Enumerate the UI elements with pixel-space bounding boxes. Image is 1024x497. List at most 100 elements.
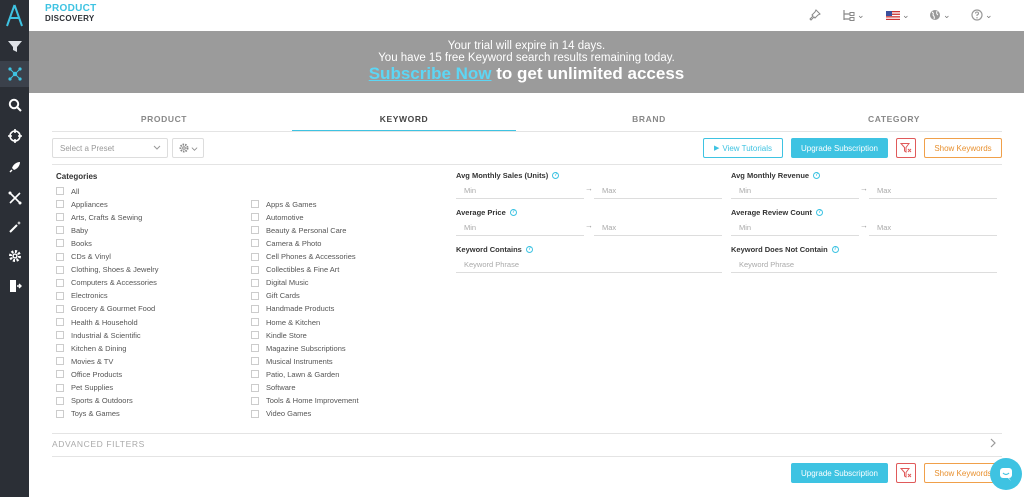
category-item[interactable]: Clothing, Shoes & Jewelry <box>56 265 159 275</box>
advanced-filters-toggle[interactable]: ADVANCED FILTERS <box>52 439 145 449</box>
help-icon[interactable]: ? <box>525 246 533 253</box>
checkbox[interactable] <box>56 213 64 222</box>
sidebar-item-target[interactable] <box>0 123 29 149</box>
upgrade-subscription-button[interactable]: Upgrade Subscription <box>791 138 888 158</box>
avg-price-max-input[interactable]: Max <box>594 218 722 236</box>
tab-keyword[interactable]: KEYWORD <box>292 114 516 131</box>
checkbox[interactable] <box>56 344 64 353</box>
checkbox[interactable] <box>251 409 259 418</box>
view-tutorials-button[interactable]: ▶ View Tutorials <box>703 138 783 158</box>
hierarchy-menu-button[interactable]: ⌄ <box>842 7 865 23</box>
country-select[interactable]: ⌄ <box>886 7 910 23</box>
keyword-contains-input[interactable]: Keyword Phrase <box>456 255 722 273</box>
checkbox[interactable] <box>56 239 64 248</box>
checkbox[interactable] <box>56 226 64 235</box>
upgrade-subscription-button-bottom[interactable]: Upgrade Subscription <box>791 463 888 483</box>
sidebar-item-logout[interactable] <box>0 273 29 299</box>
category-item[interactable]: Home & Kitchen <box>251 317 320 327</box>
checkbox[interactable] <box>56 291 64 300</box>
category-item[interactable]: Automotive <box>251 212 304 222</box>
category-item[interactable]: Sports & Outdoors <box>56 396 133 406</box>
checkbox[interactable] <box>251 278 259 287</box>
category-item[interactable]: Pet Supplies <box>56 383 113 393</box>
tab-category[interactable]: CATEGORY <box>782 114 1006 131</box>
checkbox[interactable] <box>56 187 64 195</box>
checkbox[interactable] <box>251 291 259 300</box>
category-item[interactable]: CDs & Vinyl <box>56 252 111 262</box>
sidebar-item-search[interactable] <box>0 92 29 118</box>
checkbox[interactable] <box>251 226 259 235</box>
sidebar-item-filter[interactable] <box>0 33 29 59</box>
checkbox[interactable] <box>56 200 64 209</box>
checkbox[interactable] <box>251 239 259 248</box>
avg-price-min-input[interactable]: Min <box>456 218 584 236</box>
chat-button[interactable] <box>990 458 1022 490</box>
checkbox[interactable] <box>56 304 64 313</box>
category-item[interactable]: Video Games <box>251 409 311 419</box>
checkbox[interactable] <box>251 331 259 340</box>
category-item[interactable]: Baby <box>56 225 88 235</box>
logo-icon[interactable] <box>5 4 24 28</box>
category-item[interactable]: Computers & Accessories <box>56 278 157 288</box>
checkbox[interactable] <box>251 252 259 261</box>
checkbox[interactable] <box>251 318 259 326</box>
category-item[interactable]: Health & Household <box>56 317 138 327</box>
checkbox[interactable] <box>56 409 64 418</box>
help-icon[interactable]: ? <box>552 172 560 179</box>
category-item[interactable]: Toys & Games <box>56 409 120 419</box>
checkbox[interactable] <box>251 357 259 366</box>
checkbox[interactable] <box>56 318 64 326</box>
sidebar-item-magic[interactable] <box>0 214 29 240</box>
avg-revenue-min-input[interactable]: Min <box>731 181 859 199</box>
category-item[interactable]: Industrial & Scientific <box>56 330 141 340</box>
brand-title[interactable]: PRODUCT DISCOVERY <box>45 4 97 24</box>
category-item[interactable]: Appliances <box>56 199 108 209</box>
category-item[interactable]: Kindle Store <box>251 330 307 340</box>
sidebar-item-launch[interactable] <box>0 154 29 180</box>
sidebar-item-network[interactable] <box>0 61 29 87</box>
preset-settings-button[interactable] <box>172 138 204 158</box>
help-menu-button[interactable]: ⌄ <box>971 7 993 23</box>
checkbox[interactable] <box>56 252 64 261</box>
category-item[interactable]: Kitchen & Dining <box>56 343 126 353</box>
tab-brand[interactable]: BRAND <box>537 114 761 131</box>
category-item[interactable]: Grocery & Gourmet Food <box>56 304 155 314</box>
tab-product[interactable]: PRODUCT <box>52 114 276 131</box>
checkbox[interactable] <box>251 304 259 313</box>
avg-reviews-min-input[interactable]: Min <box>731 218 859 236</box>
clear-filters-button[interactable] <box>896 138 916 158</box>
sidebar-item-settings[interactable] <box>0 243 29 269</box>
checkbox[interactable] <box>56 278 64 287</box>
category-item-all[interactable]: All <box>56 186 79 196</box>
category-item[interactable]: Beauty & Personal Care <box>251 225 346 235</box>
checkbox[interactable] <box>251 396 259 405</box>
category-item[interactable]: Camera & Photo <box>251 238 321 248</box>
category-item[interactable]: Musical Instruments <box>251 356 333 366</box>
avg-sales-max-input[interactable]: Max <box>594 181 722 199</box>
avg-sales-min-input[interactable]: Min <box>456 181 584 199</box>
checkbox[interactable] <box>56 357 64 366</box>
show-keywords-button[interactable]: Show Keywords <box>924 138 1002 158</box>
checkbox[interactable] <box>56 383 64 392</box>
checkbox[interactable] <box>251 213 259 222</box>
checkbox[interactable] <box>56 370 64 379</box>
category-item[interactable]: Handmade Products <box>251 304 334 314</box>
category-item[interactable]: Gift Cards <box>251 291 300 301</box>
category-item[interactable]: Magazine Subscriptions <box>251 343 346 353</box>
category-item[interactable]: Apps & Games <box>251 199 316 209</box>
category-item[interactable]: Arts, Crafts & Sewing <box>56 212 142 222</box>
help-icon[interactable]: ? <box>509 209 517 216</box>
help-icon[interactable]: ? <box>816 209 823 216</box>
checkbox[interactable] <box>251 383 259 392</box>
language-select[interactable]: ⌄ <box>929 7 951 23</box>
keyword-not-contain-input[interactable]: Keyword Phrase <box>731 255 997 273</box>
category-item[interactable]: Books <box>56 238 92 248</box>
category-item[interactable]: Tools & Home Improvement <box>251 396 359 406</box>
avg-reviews-max-input[interactable]: Max <box>869 218 997 236</box>
category-item[interactable]: Movies & TV <box>56 356 113 366</box>
preset-select[interactable]: Select a Preset <box>52 138 168 158</box>
checkbox[interactable] <box>56 396 64 405</box>
checkbox[interactable] <box>56 331 64 340</box>
avg-revenue-max-input[interactable]: Max <box>869 181 997 199</box>
category-item[interactable]: Collectibles & Fine Art <box>251 265 339 275</box>
